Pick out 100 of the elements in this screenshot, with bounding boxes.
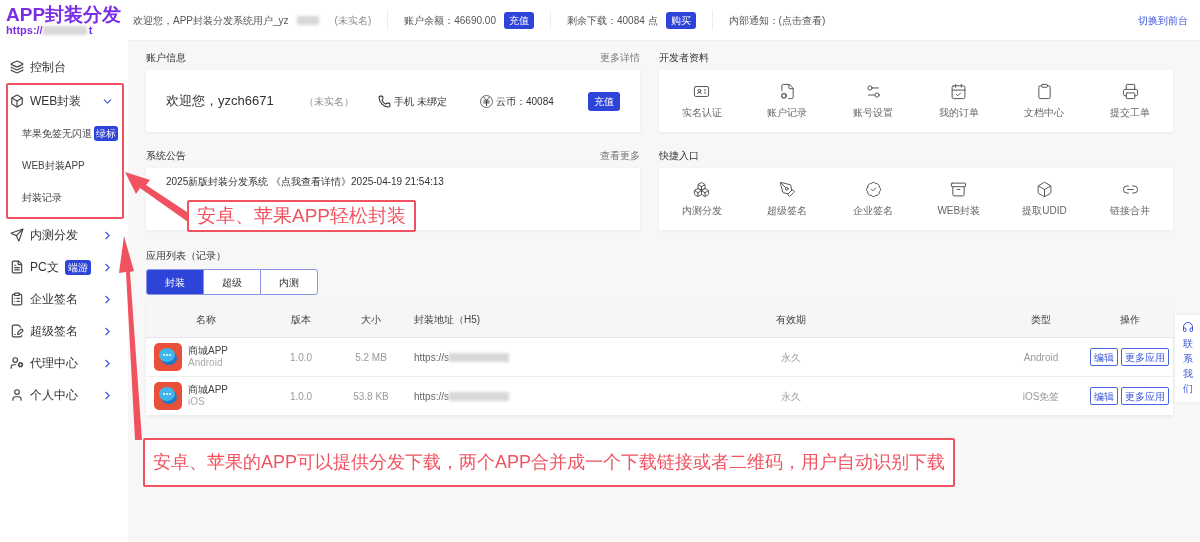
badge: 端游: [64, 259, 91, 275]
greeting-text: 欢迎您，yzch6671: [166, 92, 275, 111]
shortcut-item[interactable]: 企业签名: [830, 180, 916, 218]
table-cell-text: 永久: [780, 389, 802, 404]
recharge-button[interactable]: 充值: [588, 91, 620, 111]
contact-tab[interactable]: 联系我们: [1175, 315, 1200, 402]
certificate-icon: [864, 180, 882, 198]
announcement-text[interactable]: 2025新版封装分发系统 《点我查看详情》2025-04-19 21:54:13: [166, 176, 444, 187]
user-icon: [10, 388, 24, 402]
shortcut-item[interactable]: 我的订单: [916, 82, 1002, 120]
app-name: 商城APP: [188, 344, 228, 357]
shortcut-item[interactable]: 内测分发: [659, 180, 745, 218]
logo-title: APP封装分发: [6, 4, 123, 24]
section-title: 账户信息: [146, 51, 186, 65]
more-link[interactable]: 查看更多: [600, 148, 640, 164]
action-button[interactable]: 编辑: [1090, 387, 1118, 405]
pen-icon: [779, 180, 796, 198]
app-platform: iOS: [188, 396, 206, 409]
phone-text: 手机 未绑定: [394, 94, 447, 109]
action-button[interactable]: 更多应用: [1121, 387, 1169, 405]
layers-icon: [10, 60, 24, 74]
section-title: 系统公告: [146, 149, 186, 163]
shortcut-item[interactable]: 提交工单: [1087, 82, 1173, 120]
status-text: (未实名): [334, 13, 372, 28]
logo-url: t: [88, 24, 93, 36]
logo-url: https://: [6, 24, 43, 36]
sidebar-item[interactable]: 超级签名: [8, 315, 122, 347]
column-header: 封装地址（H5): [413, 312, 482, 327]
redacted-blur: [449, 391, 509, 401]
column-header: 大小: [360, 312, 382, 327]
column-header: 名称: [195, 312, 217, 327]
redacted-blur: [296, 15, 319, 25]
table-cell-text: 1.0.0: [288, 389, 314, 404]
more-link[interactable]: 更多详情: [600, 50, 640, 66]
recharge-button[interactable]: 充值: [503, 11, 534, 29]
submenu-item[interactable]: 封装记录: [8, 181, 122, 213]
submenu-item[interactable]: WEB封装APP: [8, 149, 122, 181]
buy-button[interactable]: 购买: [665, 11, 696, 29]
switch-link[interactable]: 切换到前台: [1138, 12, 1188, 28]
column-header: 有效期: [775, 312, 807, 327]
paper-plane-icon: [10, 228, 24, 242]
shortcut-item[interactable]: 链接合并: [1087, 180, 1173, 218]
balance-text: 账户余额：46690.00: [404, 13, 496, 28]
column-header: 版本: [290, 312, 312, 327]
chat-app-icon: [154, 343, 182, 371]
document-gear-icon: [779, 82, 796, 100]
action-button[interactable]: 更多应用: [1121, 348, 1169, 366]
action-button[interactable]: 编辑: [1090, 348, 1118, 366]
url-cell-text: https://s: [414, 350, 449, 365]
section-title: 应用列表（记录）: [146, 250, 226, 261]
headset-icon: [1181, 321, 1194, 333]
tab[interactable]: 超级: [203, 269, 261, 295]
welcome-text: 欢迎您，APP封装分发系统用户_yz: [133, 13, 289, 28]
shortcut-item[interactable]: 提取UDID: [1001, 180, 1088, 218]
shortcut-item[interactable]: WEB封装: [916, 180, 1002, 218]
calendar-check-icon: [950, 82, 968, 100]
callout: 安卓、苹果的APP可以提供分发下载，两个APP合并成一个下载链接或者二维码，用户自动识别下载: [143, 438, 956, 487]
boxes-icon: [693, 180, 711, 198]
contact-text: 联系我们: [1182, 337, 1193, 396]
phone-icon: [378, 94, 391, 108]
tab[interactable]: 内测: [260, 269, 318, 295]
url-cell-text: https://s: [414, 389, 449, 404]
sidebar-item[interactable]: 企业签名: [8, 283, 122, 315]
sidebar-item[interactable]: PC文 端游: [8, 251, 122, 283]
yen-icon: [480, 94, 493, 108]
printer-icon: [1121, 82, 1139, 100]
table-cell-text: iOS免签: [1021, 389, 1061, 404]
downloads-text: 剩余下载：40084 点: [566, 13, 658, 28]
badge: 绿标: [94, 125, 118, 141]
table-cell-text: 53.8 KB: [352, 389, 390, 404]
sidebar-item[interactable]: 控制台: [8, 51, 122, 83]
column-header: 操作: [1118, 312, 1141, 327]
shortcut-item[interactable]: 账号设置: [830, 82, 916, 120]
submenu-item[interactable]: 苹果免签无闪退 绿标: [8, 117, 122, 149]
shortcut-item[interactable]: 账户记录: [744, 82, 831, 120]
column-header: 类型: [1030, 312, 1052, 327]
tab[interactable]: 封装: [146, 269, 204, 295]
sidebar-item[interactable]: 代理中心: [8, 347, 122, 379]
user-gear-icon: [10, 356, 24, 370]
sidebar-item[interactable]: 个人中心: [8, 379, 122, 411]
sidebar-item[interactable]: WEB封装: [8, 85, 122, 117]
cube-icon: [10, 94, 24, 108]
section-title: 开发者资料: [659, 52, 709, 63]
settings-icon: [864, 82, 882, 100]
sidebar-item[interactable]: 内测分发: [8, 219, 122, 251]
table-cell-text: Android: [1022, 350, 1060, 365]
status-text: （未实名）: [304, 94, 355, 109]
table-cell-text: 1.0.0: [288, 350, 314, 365]
coins-text: 云币：40084: [496, 94, 554, 109]
callout: 安卓、苹果APP轻松封装: [187, 200, 417, 232]
shortcut-item[interactable]: 文档中心: [1001, 82, 1088, 120]
section-title: 快捷入口: [659, 150, 699, 161]
document-icon: [10, 260, 24, 274]
cube-icon: [1036, 180, 1053, 198]
signed-document-icon: [10, 324, 24, 338]
chat-app-icon: [154, 382, 182, 410]
redacted-blur: [449, 352, 509, 362]
shortcut-item[interactable]: 实名认证: [659, 82, 745, 120]
notice-link[interactable]: 内部通知：(点击查看): [728, 12, 826, 28]
shortcut-item[interactable]: 超级签名: [744, 180, 831, 218]
